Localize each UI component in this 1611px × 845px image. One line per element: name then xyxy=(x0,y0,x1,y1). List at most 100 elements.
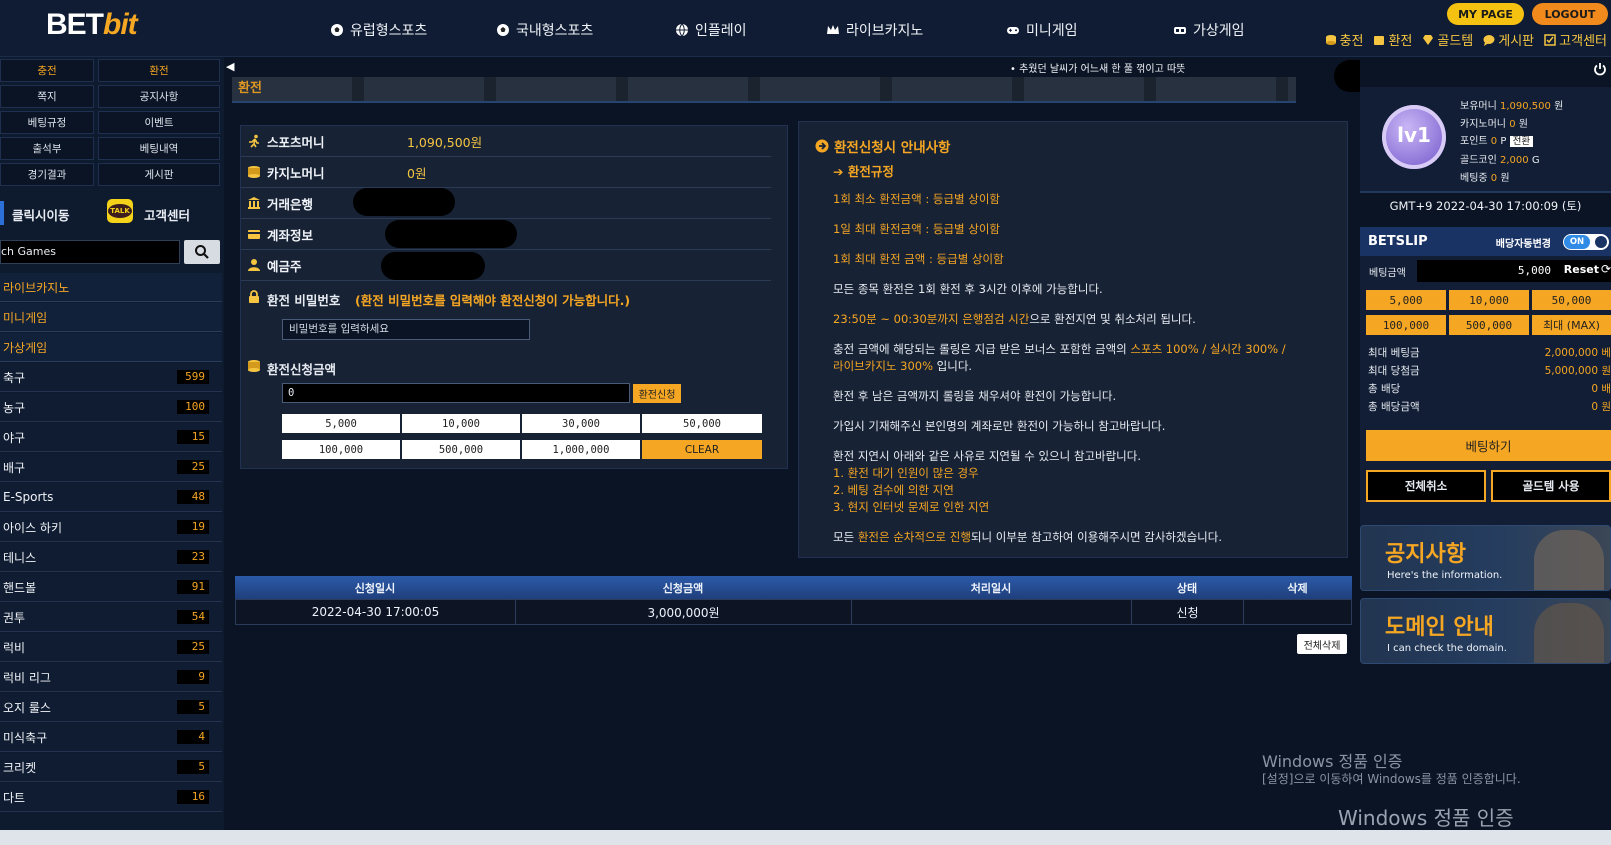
convert-point-button[interactable]: 전환 xyxy=(1509,136,1534,147)
field-label: 환전신청금액 xyxy=(267,362,337,377)
bet-amount-100000[interactable]: 100,000 xyxy=(1366,315,1446,335)
total-amount-line: 총 배당금액 0 원 xyxy=(1368,399,1611,414)
field-label: 환전 비밀번호 xyxy=(267,293,341,308)
quick-bet-rules[interactable]: 베팅규정 xyxy=(0,111,94,134)
auto-odds-toggle[interactable]: ON xyxy=(1563,234,1609,250)
link-board[interactable]: 게시판 xyxy=(1483,30,1534,49)
sport-item-soccer[interactable]: 축구 599 xyxy=(0,363,222,392)
site-logo[interactable]: BETbit xyxy=(46,8,138,42)
sport-item-basketball[interactable]: 농구 100 xyxy=(0,393,222,422)
sport-item-cricket[interactable]: 크리켓 5 xyxy=(0,753,222,782)
search-icon xyxy=(195,245,209,259)
sport-name: 권투 xyxy=(3,610,26,625)
sport-item-esports[interactable]: E-Sports 48 xyxy=(0,483,222,512)
nav-inplay[interactable]: 인플레이 xyxy=(675,20,747,40)
bet-amount-5000[interactable]: 5,000 xyxy=(1366,290,1446,310)
sport-item-rugby[interactable]: 럭비 25 xyxy=(0,633,222,662)
withdraw-form-panel: 스포츠머니 1,090,500원 카지노머니 0원 거래은행 계좌정보 예금주 … xyxy=(240,125,788,469)
quick-message[interactable]: 쪽지 xyxy=(0,85,94,108)
info-p1: 모든 종목 환전은 1회 환전 후 3시간 이후에 가능합니다. xyxy=(833,282,1103,296)
delete-all-button[interactable]: 전체삭제 xyxy=(1297,634,1347,654)
power-icon[interactable] xyxy=(1593,62,1607,76)
nav-korea-sports[interactable]: 국내형스포츠 xyxy=(496,20,593,40)
domain-banner[interactable]: 도메인 안내 I can check the domain. xyxy=(1360,598,1611,664)
search-button[interactable] xyxy=(184,240,220,264)
refresh-icon[interactable]: ⟳ xyxy=(1601,262,1611,276)
link-deposit[interactable]: 충전 xyxy=(1325,30,1363,49)
field-label: 계좌정보 xyxy=(267,227,314,243)
col-status: 상태 xyxy=(1176,581,1198,595)
apply-withdraw-button[interactable]: 환전신청 xyxy=(633,384,681,403)
quick-withdraw[interactable]: 환전 xyxy=(98,59,220,82)
quick-results[interactable]: 경기결과 xyxy=(0,163,94,186)
bet-amount-10000[interactable]: 10,000 xyxy=(1449,290,1529,310)
kakaotalk-icon[interactable]: TALK xyxy=(107,199,133,223)
sport-item-rugby-league[interactable]: 럭비 리그 9 xyxy=(0,663,222,692)
amount-button-1000000[interactable]: 1,000,000 xyxy=(522,440,640,459)
betslip-title: BETSLIP xyxy=(1368,234,1428,249)
sport-item-handball[interactable]: 핸드볼 91 xyxy=(0,573,222,602)
password-input[interactable]: 비밀번호를 입력하세요 xyxy=(282,319,530,340)
sport-name: 야구 xyxy=(3,430,26,445)
reset-button[interactable]: Reset xyxy=(1564,263,1599,276)
info-p7-highlight: 환전은 순차적으로 진행 xyxy=(857,530,971,544)
info-rule-1: 1회 최소 환전금액 : 등급별 상이함 xyxy=(833,192,1001,206)
nav-live-casino[interactable]: 라이브카지노 xyxy=(826,20,923,40)
quick-deposit[interactable]: 충전 xyxy=(0,59,94,82)
quick-board[interactable]: 게시판 xyxy=(98,163,220,186)
bet-amount-input[interactable]: 5,000 Reset ⟳ xyxy=(1417,260,1611,282)
sport-item-tennis[interactable]: 테니스 23 xyxy=(0,543,222,572)
sidebar-cat-virtual[interactable]: 가상게임 xyxy=(0,333,222,362)
sport-item-volleyball[interactable]: 배구 25 xyxy=(0,453,222,482)
amount-button-100000[interactable]: 100,000 xyxy=(282,440,400,459)
link-withdraw[interactable]: 환전 xyxy=(1373,30,1412,49)
cell-delete[interactable] xyxy=(1244,600,1351,624)
amount-input[interactable]: 0 xyxy=(282,383,630,403)
quick-bet-history[interactable]: 베팅내역 xyxy=(98,137,220,160)
quick-notice[interactable]: 공지사항 xyxy=(98,85,220,108)
quick-event[interactable]: 이벤트 xyxy=(98,111,220,134)
bet-amount-50000[interactable]: 50,000 xyxy=(1532,290,1611,310)
info-reason-2: 2. 베팅 검수에 의한 지연 xyxy=(833,483,954,497)
place-bet-button[interactable]: 베팅하기 xyxy=(1366,430,1611,461)
marquee-toggle-icon[interactable]: ◀ xyxy=(226,60,234,73)
casino-money-value: 0원 xyxy=(407,165,427,181)
quick-attendance[interactable]: 출석부 xyxy=(0,137,94,160)
mypage-button[interactable]: MY PAGE xyxy=(1447,3,1524,25)
link-goldtem[interactable]: 골드템 xyxy=(1422,30,1473,49)
sport-item-baseball[interactable]: 야구 15 xyxy=(0,423,222,452)
amount-button-30000[interactable]: 30,000 xyxy=(522,414,640,433)
amount-button-10000[interactable]: 10,000 xyxy=(402,414,520,433)
sport-item-american-football[interactable]: 미식축구 4 xyxy=(0,723,222,752)
use-goldtem-button[interactable]: 골드템 사용 xyxy=(1491,470,1611,502)
sidebar-cat-live-casino[interactable]: 라이브카지노 xyxy=(0,273,222,302)
logout-button[interactable]: LOGOUT xyxy=(1532,3,1608,25)
clear-button[interactable]: CLEAR xyxy=(642,440,762,459)
amount-button-500000[interactable]: 500,000 xyxy=(402,440,520,459)
nav-europe-sports[interactable]: 유럽형스포츠 xyxy=(330,20,427,40)
sport-item-boxing[interactable]: 권투 54 xyxy=(0,603,222,632)
click-move-link[interactable]: 클릭시이동 xyxy=(12,205,70,224)
nav-minigame[interactable]: 미니게임 xyxy=(1006,20,1078,40)
info-subtitle-text: 환전규정 xyxy=(847,164,894,179)
notice-banner[interactable]: 공지사항 Here's the information. xyxy=(1360,525,1611,591)
nav-virtual-game[interactable]: 가상게임 xyxy=(1173,20,1245,40)
link-support[interactable]: 고객센터 xyxy=(1544,30,1607,49)
cell-request-date: 2022-04-30 17:00:05 xyxy=(236,600,516,624)
sport-item-aussie-rules[interactable]: 오지 룰스 5 xyxy=(0,693,222,722)
left-sidebar: 충전 환전 쪽지 공지사항 베팅규정 이벤트 출석부 베팅내역 경기결과 게시판… xyxy=(0,57,224,845)
bet-amount-max[interactable]: 최대 (MAX) xyxy=(1532,315,1611,335)
field-label: 거래은행 xyxy=(267,196,314,212)
amount-button-5000[interactable]: 5,000 xyxy=(282,414,400,433)
sidebar-cat-minigame[interactable]: 미니게임 xyxy=(0,303,222,332)
max-win-line: 최대 당첨금 5,000,000 원 xyxy=(1368,363,1611,378)
cancel-all-button[interactable]: 전체취소 xyxy=(1366,470,1486,502)
bet-amount-500000[interactable]: 500,000 xyxy=(1449,315,1529,335)
sport-item-ice-hockey[interactable]: 아이스 하키 19 xyxy=(0,513,222,542)
customer-center-link[interactable]: 고객센터 xyxy=(144,205,190,224)
amount-button-50000[interactable]: 50,000 xyxy=(642,414,762,433)
toggle-state: ON xyxy=(1564,235,1590,249)
max-bet-line: 최대 베팅금 2,000,000 베 xyxy=(1368,345,1611,360)
search-input[interactable]: ch Games xyxy=(0,240,180,264)
sport-item-darts[interactable]: 다트 16 xyxy=(0,783,222,812)
